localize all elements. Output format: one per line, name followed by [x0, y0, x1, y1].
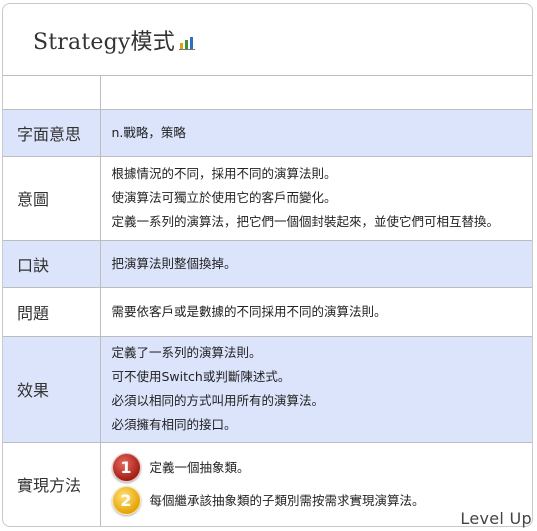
row-key-literal: 字面意思 — [3, 109, 101, 157]
bar-chart-icon — [178, 35, 195, 50]
value-line: 需要依客戶或是數據的不同採用不同的演算法則。 — [111, 303, 387, 319]
value-line: 必須以相同的方式叫用所有的演算法。 — [111, 393, 325, 408]
table-row: 問題 需要依客戶或是數據的不同採用不同的演算法則。 — [3, 287, 532, 337]
title-bar: Strategy模式 — [3, 4, 532, 76]
value-line: 把演算法則整個換掉。 — [111, 255, 237, 271]
empty-row — [3, 76, 532, 110]
row-key-problem: 問題 — [3, 287, 101, 337]
row-value-effect: 定義了一系列的演算法則。 可不使用Switch或判斷陳述式。 必須以相同的方式叫… — [100, 336, 532, 443]
table-row: 字面意思 n.戰略，策略 — [3, 109, 532, 157]
value-line: 定義一系列的演算法，把它們一個個封裝起來，並使它們可相互替換。 — [111, 214, 500, 229]
row-value-mnemonic: 把演算法則整個換掉。 — [100, 240, 532, 288]
value-line: 必須擁有相同的接口。 — [111, 417, 237, 432]
row-value-literal: n.戰略，策略 — [100, 109, 532, 157]
row-value-problem: 需要依客戶或是數據的不同採用不同的演算法則。 — [100, 287, 532, 337]
step-text: 定義一個抽象類。 — [149, 459, 250, 475]
row-value-intent: 根據情況的不同，採用不同的演算法則。 使演算法可獨立於使用它的客戶而變化。 定義… — [100, 156, 532, 241]
step-number-1-badge: 1 — [111, 453, 141, 483]
value-line: n.戰略，策略 — [111, 124, 186, 140]
table-row: 意圖 根據情況的不同，採用不同的演算法則。 使演算法可獨立於使用它的客戶而變化。… — [3, 156, 532, 241]
value-line: 定義了一系列的演算法則。 — [111, 345, 262, 360]
page-title: Strategy模式 — [33, 29, 175, 55]
row-key-intent: 意圖 — [3, 156, 101, 241]
step-item: 1 定義一個抽象類。 — [111, 451, 532, 484]
strategy-pattern-card: Strategy模式 字面意思 n.戰略，策略 意圖 根據情況的不同，採用不同的… — [2, 3, 533, 527]
step-text: 每個繼承該抽象類的子類別需按需求實現演算法。 — [149, 492, 425, 508]
value-line: 根據情況的不同，採用不同的演算法則。 — [111, 166, 337, 181]
value-line: 使演算法可獨立於使用它的客戶而變化。 — [111, 190, 337, 205]
row-key-mnemonic: 口訣 — [3, 240, 101, 288]
row-key-implementation: 實現方法 — [3, 442, 101, 526]
watermark-level-up: Level Up — [460, 509, 532, 528]
pattern-table: 字面意思 n.戰略，策略 意圖 根據情況的不同，採用不同的演算法則。 使演算法可… — [3, 76, 532, 526]
table-row: 口訣 把演算法則整個換掉。 — [3, 240, 532, 288]
table-row: 實現方法 1 定義一個抽象類。 2 每個繼承該抽象類的子類別需按需求實現演算法。 — [3, 442, 532, 526]
step-number-2-badge: 2 — [111, 486, 141, 516]
row-key-effect: 效果 — [3, 336, 101, 443]
value-line: 可不使用Switch或判斷陳述式。 — [111, 369, 291, 384]
table-row: 效果 定義了一系列的演算法則。 可不使用Switch或判斷陳述式。 必須以相同的… — [3, 336, 532, 443]
